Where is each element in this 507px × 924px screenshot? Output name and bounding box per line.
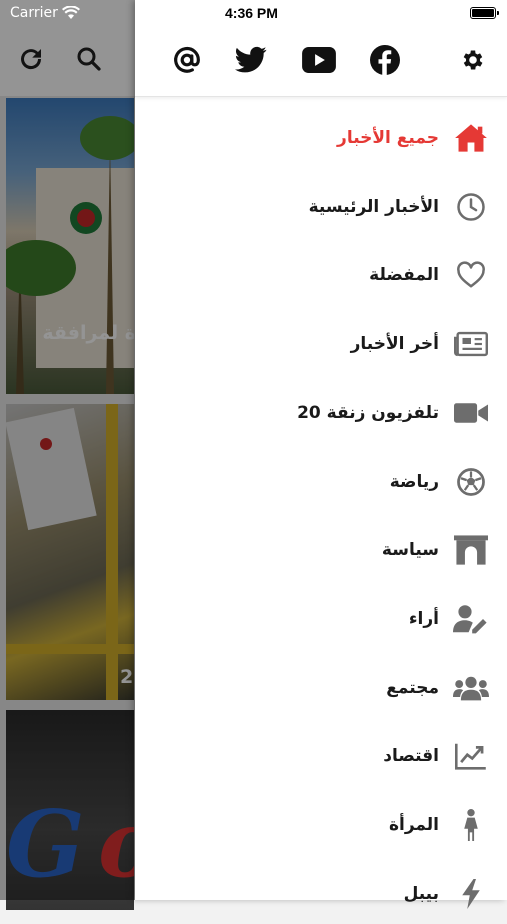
bolt-icon xyxy=(453,876,489,912)
menu-item-label: المفضلة xyxy=(369,265,439,285)
youtube-icon[interactable] xyxy=(301,42,337,78)
twitter-icon[interactable] xyxy=(233,42,269,78)
menu-item-label: بيبل xyxy=(403,884,439,904)
menu-item-society[interactable]: مجتمع xyxy=(135,658,507,718)
menu-item-label: أخر الأخبار xyxy=(350,334,439,354)
menu-item-favorites[interactable]: المفضلة xyxy=(135,245,507,305)
side-drawer: جميع الأخبار الأخبار الرئيسية المفضلة أخ… xyxy=(135,0,507,909)
soccer-ball-icon xyxy=(453,464,489,500)
wifi-icon xyxy=(62,5,80,24)
menu-item-opinions[interactable]: أراء xyxy=(135,589,507,649)
menu-item-sports[interactable]: رياضة xyxy=(135,452,507,512)
user-edit-icon xyxy=(453,601,489,637)
menu-item-label: تلفزيون زنقة 20 xyxy=(297,403,439,423)
menu-item-label: مجتمع xyxy=(386,678,439,698)
battery-icon xyxy=(470,7,499,19)
at-icon[interactable] xyxy=(169,42,205,78)
chart-icon xyxy=(453,738,489,774)
menu-item-economy[interactable]: اقتصاد xyxy=(135,726,507,786)
menu-item-tv[interactable]: تلفزيون زنقة 20 xyxy=(135,383,507,443)
menu-item-label: رياضة xyxy=(389,472,439,492)
menu-item-label: جميع الأخبار xyxy=(337,128,439,148)
menu-item-politics[interactable]: سياسة xyxy=(135,520,507,580)
facebook-icon[interactable] xyxy=(367,42,403,78)
menu-item-all-news[interactable]: جميع الأخبار xyxy=(135,108,507,168)
status-bar: Carrier 4:36 PM xyxy=(0,0,507,28)
newspaper-icon xyxy=(453,326,489,362)
menu-item-label: سياسة xyxy=(381,540,439,560)
users-icon xyxy=(453,670,489,706)
menu-item-label: المرأة xyxy=(388,815,439,835)
menu-item-label: الأخبار الرئيسية xyxy=(308,197,439,217)
female-icon xyxy=(453,807,489,843)
menu-item-main-news[interactable]: الأخبار الرئيسية xyxy=(135,177,507,237)
arch-icon xyxy=(453,532,489,568)
heart-icon xyxy=(453,257,489,293)
home-icon xyxy=(453,120,489,156)
menu-item-women[interactable]: المرأة xyxy=(135,795,507,855)
carrier-label: Carrier xyxy=(10,5,58,21)
menu-item-label: أراء xyxy=(408,609,439,629)
video-icon xyxy=(453,395,489,431)
gear-icon[interactable] xyxy=(455,42,491,78)
menu-item-latest-news[interactable]: أخر الأخبار xyxy=(135,314,507,374)
status-time: 4:36 PM xyxy=(225,5,278,21)
clock-icon xyxy=(453,189,489,225)
menu-item-people[interactable]: بيبل xyxy=(135,864,507,924)
menu-item-label: اقتصاد xyxy=(383,746,439,766)
